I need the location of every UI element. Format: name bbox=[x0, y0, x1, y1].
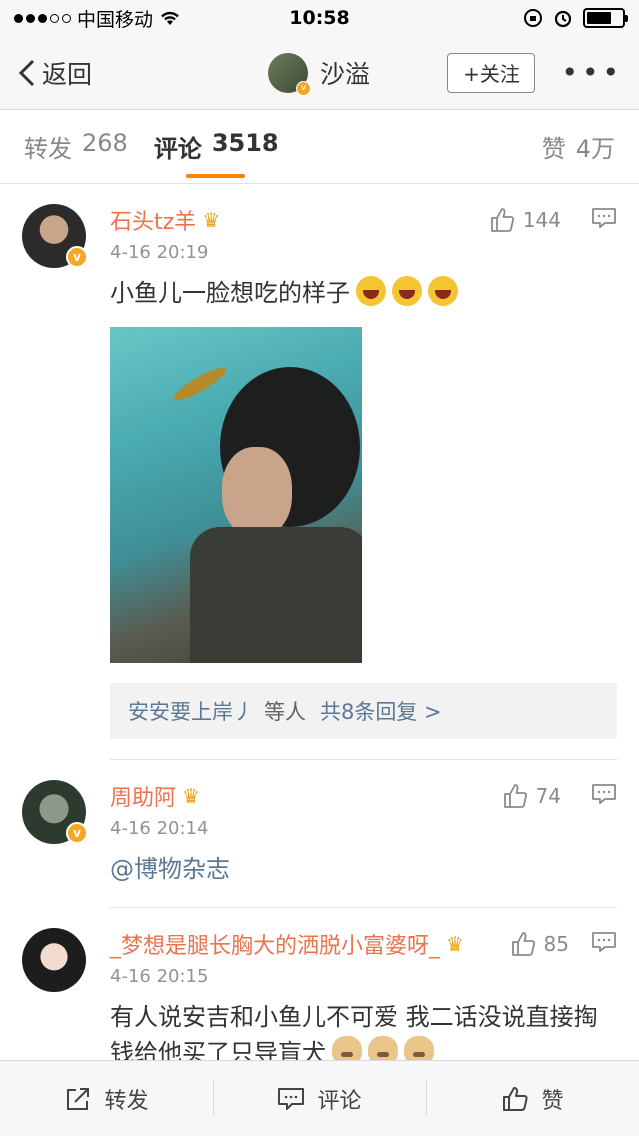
reply-button[interactable] bbox=[591, 929, 617, 960]
like-button[interactable]: 74 bbox=[502, 783, 561, 809]
comment-photo[interactable] bbox=[110, 327, 362, 663]
like-toolbar-button[interactable]: 赞 bbox=[426, 1078, 639, 1115]
repost-label: 转发 bbox=[104, 1088, 149, 1114]
comment-body: _梦想是腿长胸大的洒脱小富婆呀_ ♛ 85 4-16 20:15 有人说安吉和小… bbox=[110, 928, 617, 1071]
status-left: 中国移动 bbox=[14, 5, 181, 32]
comment-actions: 144 bbox=[489, 205, 617, 236]
avatar[interactable]: v bbox=[22, 204, 88, 268]
comment-author[interactable]: 石头tz羊 ♛ bbox=[110, 204, 220, 236]
like-count: 74 bbox=[535, 784, 561, 808]
like-label: 赞 bbox=[541, 1088, 564, 1114]
signal-icon bbox=[14, 13, 71, 23]
avatar: v bbox=[268, 52, 311, 96]
tab-like-label: 赞 bbox=[541, 135, 566, 163]
verified-badge-icon: v bbox=[66, 246, 88, 268]
tab-comment-label: 评论 bbox=[153, 135, 202, 163]
mention-link[interactable]: @博物杂志 bbox=[110, 855, 230, 883]
comment-item: v 石头tz羊 ♛ 144 4-16 20:19 小鱼儿一脸想吃的样子 安安要上… bbox=[0, 184, 639, 760]
comment-actions: 85 bbox=[510, 929, 617, 960]
comment-button[interactable]: 评论 bbox=[213, 1078, 426, 1115]
nav-bar: 返回 v 沙溢 +关注 ••• bbox=[0, 36, 639, 110]
comment-text: @博物杂志 bbox=[110, 851, 617, 887]
status-time: 10:58 bbox=[289, 7, 350, 29]
comment-icon bbox=[592, 931, 616, 952]
repost-button[interactable]: 转发 bbox=[0, 1083, 213, 1115]
tab-repost[interactable]: 转发 268 bbox=[24, 129, 128, 164]
tab-repost-count: 268 bbox=[82, 129, 128, 157]
comment-body: 周助阿 ♛ 74 4-16 20:14 @博物杂志 bbox=[110, 780, 617, 908]
back-button[interactable]: 返回 bbox=[18, 55, 92, 91]
like-button[interactable]: 85 bbox=[510, 931, 569, 957]
share-icon bbox=[67, 1087, 90, 1110]
crown-icon: ♛ bbox=[446, 932, 464, 956]
comment-header: 石头tz羊 ♛ 144 bbox=[110, 204, 617, 236]
laugh-emoji-icon bbox=[356, 276, 386, 306]
author-name: _梦想是腿长胸大的洒脱小富婆呀_ bbox=[110, 934, 441, 959]
tab-repost-label: 转发 bbox=[24, 135, 72, 163]
back-label: 返回 bbox=[42, 59, 93, 89]
nav-profile[interactable]: v 沙溢 bbox=[268, 52, 371, 96]
author-name: 周助阿 bbox=[110, 786, 177, 811]
thumbs-up-icon bbox=[503, 784, 527, 808]
chevron-left-icon bbox=[18, 59, 35, 86]
comment-label: 评论 bbox=[317, 1088, 362, 1114]
comment-text: 小鱼儿一脸想吃的样子 bbox=[110, 275, 617, 311]
tab-bar: 转发 268 评论 3518 赞 4万 bbox=[0, 110, 639, 184]
carrier-label: 中国移动 bbox=[77, 8, 154, 31]
tab-comment[interactable]: 评论 3518 bbox=[154, 129, 279, 164]
reply-button[interactable] bbox=[591, 205, 617, 236]
page-title: 沙溢 bbox=[320, 59, 371, 89]
status-bar: 中国移动 10:58 bbox=[0, 0, 639, 36]
laugh-emoji-icon bbox=[428, 276, 458, 306]
avatar[interactable] bbox=[22, 928, 86, 992]
like-button[interactable]: 144 bbox=[489, 207, 561, 233]
bottom-toolbar: 转发 评论 赞 bbox=[0, 1060, 639, 1136]
crown-icon: ♛ bbox=[182, 784, 200, 808]
tab-comment-count: 3518 bbox=[211, 129, 279, 157]
tab-active-indicator bbox=[186, 174, 245, 178]
wifi-icon bbox=[161, 11, 179, 25]
reply-user[interactable]: 安安要上岸丿 bbox=[128, 696, 254, 726]
author-name: 石头tz羊 bbox=[110, 210, 197, 235]
comment-author[interactable]: 周助阿 ♛ bbox=[110, 780, 200, 812]
tab-like[interactable]: 赞 4万 bbox=[542, 129, 615, 164]
comment-icon bbox=[592, 783, 616, 804]
comment-item: _梦想是腿长胸大的洒脱小富婆呀_ ♛ 85 4-16 20:15 有人说安吉和小… bbox=[0, 908, 639, 1071]
crown-icon: ♛ bbox=[202, 208, 221, 232]
comment-time: 4-16 20:14 bbox=[110, 818, 209, 839]
laugh-emoji-icon bbox=[392, 276, 422, 306]
comment-time: 4-16 20:19 bbox=[110, 242, 209, 263]
nav-right: +关注 ••• bbox=[447, 52, 623, 93]
rotation-lock-icon bbox=[524, 9, 542, 27]
comment-text-content: 小鱼儿一脸想吃的样子 bbox=[110, 279, 350, 307]
reply-button[interactable] bbox=[591, 781, 617, 812]
comment-item: v 周助阿 ♛ 74 4-16 20:14 @博物杂志 bbox=[0, 760, 639, 908]
like-count: 144 bbox=[522, 208, 561, 232]
comment-body: 石头tz羊 ♛ 144 4-16 20:19 小鱼儿一脸想吃的样子 安安要上岸丿 bbox=[110, 204, 617, 760]
comment-icon bbox=[592, 207, 616, 228]
alarm-icon bbox=[554, 10, 572, 28]
comment-author[interactable]: _梦想是腿长胸大的洒脱小富婆呀_ ♛ bbox=[110, 928, 464, 960]
battery-icon bbox=[583, 8, 628, 28]
thumbs-up-icon bbox=[490, 208, 514, 232]
comment-header: _梦想是腿长胸大的洒脱小富婆呀_ ♛ 85 bbox=[110, 928, 617, 960]
reply-summary[interactable]: 安安要上岸丿 等人 共8条回复 > bbox=[110, 683, 617, 739]
comment-time: 4-16 20:15 bbox=[110, 966, 209, 987]
comment-actions: 74 bbox=[502, 781, 617, 812]
status-right bbox=[523, 8, 628, 28]
more-icon[interactable]: ••• bbox=[561, 58, 623, 87]
reply-count-link[interactable]: 共8条回复 > bbox=[320, 696, 442, 726]
verified-badge-icon: v bbox=[296, 80, 311, 96]
tab-like-count: 4万 bbox=[575, 135, 615, 163]
like-count: 85 bbox=[543, 932, 569, 956]
reply-others: 等人 bbox=[264, 700, 306, 724]
comment-icon bbox=[278, 1087, 305, 1110]
thumbs-up-icon bbox=[511, 932, 535, 956]
follow-button[interactable]: +关注 bbox=[447, 52, 536, 93]
verified-badge-icon: v bbox=[66, 822, 88, 844]
thumbs-up-icon bbox=[503, 1086, 529, 1111]
avatar[interactable]: v bbox=[22, 780, 88, 844]
comment-header: 周助阿 ♛ 74 bbox=[110, 780, 617, 812]
